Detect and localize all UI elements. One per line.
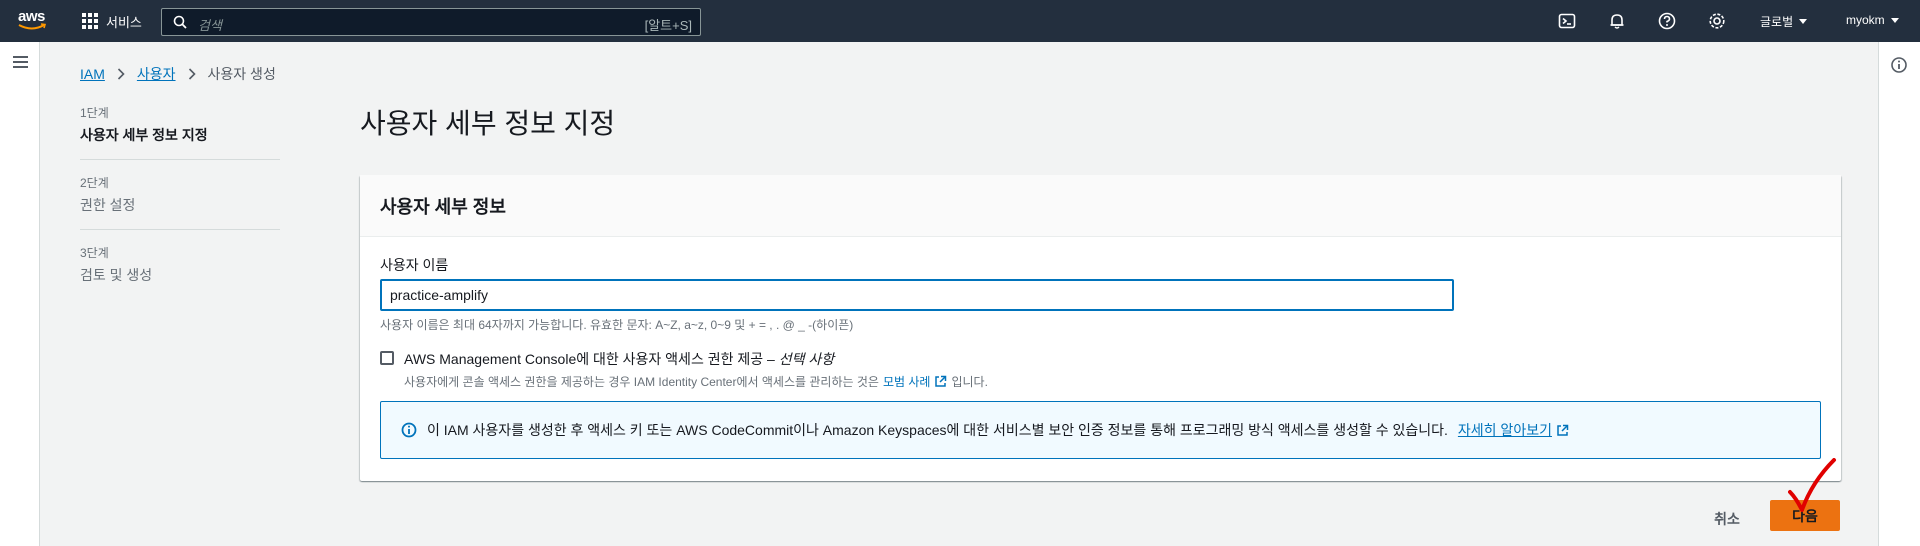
step-name: 사용자 세부 정보 지정 <box>80 127 208 143</box>
wizard-steps: 1단계 사용자 세부 정보 지정 2단계 권한 설정 3단계 검토 및 생성 <box>80 104 280 313</box>
aws-smile-icon <box>18 23 46 30</box>
console-access-description: 사용자에게 콘솔 액세스 권한을 제공하는 경우 IAM Identity Ce… <box>404 373 988 390</box>
best-practice-link[interactable]: 모범 사례 <box>883 373 931 390</box>
step-name: 권한 설정 <box>80 197 136 213</box>
console-access-label-main: AWS Management Console에 대한 사용자 액세스 권한 제공… <box>404 351 779 367</box>
page-title: 사용자 세부 정보 지정 <box>360 108 616 139</box>
description-text: 사용자에게 콘솔 액세스 권한을 제공하는 경우 IAM Identity Ce… <box>404 375 879 389</box>
step-number: 3단계 <box>80 246 109 260</box>
account-menu[interactable]: myokm <box>1846 13 1899 27</box>
breadcrumb-current: 사용자 생성 <box>207 66 276 82</box>
top-nav: aws 서비스 검색 [알트+S] 글로벌 myokm <box>0 0 1920 42</box>
chevron-right-icon <box>117 68 125 80</box>
bell-icon[interactable] <box>1608 12 1626 30</box>
search-icon <box>173 15 187 29</box>
next-button[interactable]: 다음 <box>1770 500 1840 531</box>
external-link-icon <box>935 375 947 387</box>
panel-header: 사용자 세부 정보 <box>360 175 1841 237</box>
wizard-step-1[interactable]: 1단계 사용자 세부 정보 지정 <box>80 104 280 160</box>
services-menu-button[interactable]: 서비스 <box>82 11 142 31</box>
caret-down-icon <box>1799 19 1808 24</box>
left-rail <box>0 42 40 546</box>
region-selector[interactable]: 글로벌 <box>1760 13 1808 30</box>
description-suffix: 입니다. <box>951 375 988 389</box>
step-name: 검토 및 생성 <box>80 267 153 283</box>
console-access-option: AWS Management Console에 대한 사용자 액세스 권한 제공… <box>380 349 988 390</box>
search-input[interactable]: 검색 [알트+S] <box>161 8 701 36</box>
username-input[interactable] <box>380 279 1454 311</box>
console-access-checkbox[interactable] <box>380 351 394 365</box>
breadcrumb-iam-link[interactable]: IAM <box>80 66 105 82</box>
info-icon[interactable] <box>1890 56 1908 74</box>
right-rail <box>1878 42 1920 546</box>
optional-tag: 선택 사항 <box>778 351 835 367</box>
caret-down-icon <box>1890 17 1899 23</box>
console-access-label[interactable]: AWS Management Console에 대한 사용자 액세스 권한 제공… <box>404 349 988 369</box>
chevron-right-icon <box>188 68 196 80</box>
wizard-step-3: 3단계 검토 및 생성 <box>80 244 280 299</box>
alert-text: 이 IAM 사용자를 생성한 후 액세스 키 또는 AWS CodeCommit… <box>427 422 1448 438</box>
search-shortcut: [알트+S] <box>644 18 692 33</box>
account-label: myokm <box>1846 13 1885 27</box>
wizard-step-2: 2단계 권한 설정 <box>80 174 280 230</box>
breadcrumb-users-link[interactable]: 사용자 <box>137 64 176 84</box>
gear-icon[interactable] <box>1708 12 1726 30</box>
username-label: 사용자 이름 <box>380 257 449 273</box>
username-constraint: 사용자 이름은 최대 64자까지 가능합니다. 유효한 문자: A~Z, a~z… <box>380 318 854 332</box>
region-label: 글로벌 <box>1760 15 1794 29</box>
aws-logo[interactable]: aws <box>18 8 52 34</box>
menu-icon[interactable] <box>13 56 28 69</box>
step-number: 2단계 <box>80 176 109 190</box>
search-placeholder: 검색 <box>198 18 222 33</box>
step-number: 1단계 <box>80 106 109 120</box>
help-icon[interactable] <box>1658 12 1676 30</box>
info-alert: 이 IAM 사용자를 생성한 후 액세스 키 또는 AWS CodeCommit… <box>380 401 1821 459</box>
breadcrumb: IAM 사용자 사용자 생성 <box>80 64 276 84</box>
services-label: 서비스 <box>106 14 142 30</box>
external-link-icon <box>1557 424 1569 436</box>
cloudshell-icon[interactable] <box>1558 12 1576 30</box>
info-icon <box>401 422 417 438</box>
cancel-button[interactable]: 취소 <box>1700 504 1754 534</box>
user-details-panel: 사용자 세부 정보 사용자 이름 사용자 이름은 최대 64자까지 가능합니다.… <box>360 175 1841 481</box>
learn-more-link[interactable]: 자세히 알아보기 <box>1458 420 1552 440</box>
grid-icon <box>82 13 98 29</box>
